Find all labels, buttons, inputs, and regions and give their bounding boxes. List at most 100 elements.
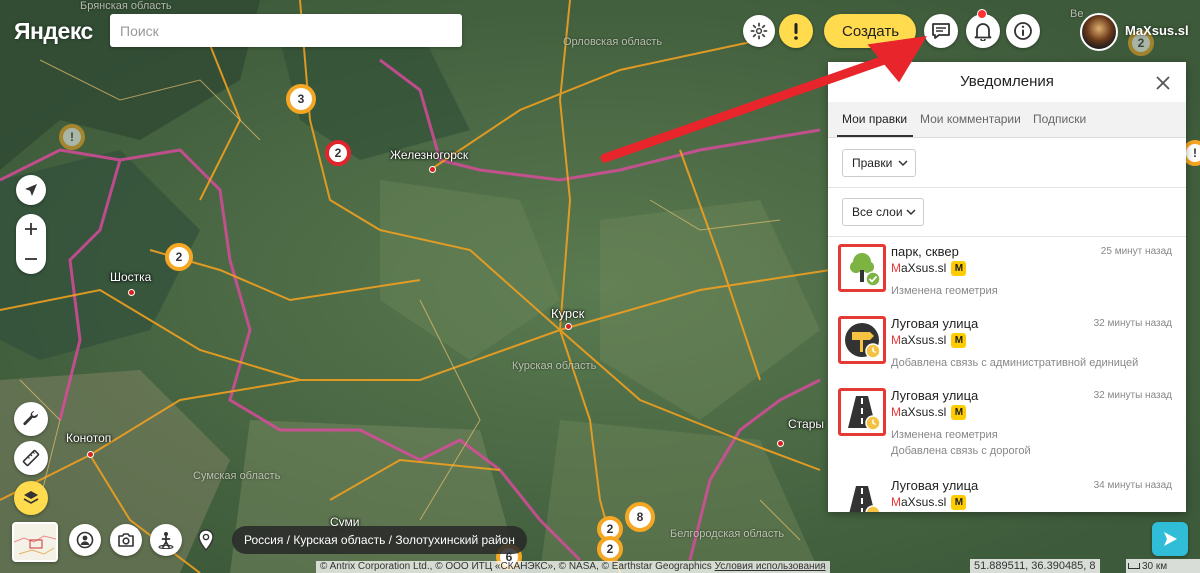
create-button[interactable]: Создать bbox=[824, 14, 916, 48]
city-label-stary: Стары bbox=[788, 417, 824, 431]
author-name-rest: aXsus.sl bbox=[901, 261, 947, 275]
city-marker bbox=[128, 289, 135, 296]
map-pin-icon bbox=[198, 529, 214, 551]
comment-icon bbox=[932, 23, 950, 39]
city-label-konotop: Конотоп bbox=[66, 431, 112, 445]
map-attribution: © Antrix Corporation Ltd., © ООО ИТЦ «СК… bbox=[316, 561, 830, 573]
panorama-button[interactable] bbox=[69, 524, 101, 556]
divider bbox=[828, 236, 1186, 237]
edits-filter-value: Правки bbox=[852, 156, 893, 170]
edit-cluster-marker[interactable]: 3 bbox=[286, 84, 316, 114]
region-label-sumy: Сумская область bbox=[193, 470, 281, 482]
region-label-oryol: Орловская область bbox=[563, 36, 663, 48]
photo-button[interactable] bbox=[110, 524, 142, 556]
notification-author[interactable]: MaXsus.sl M bbox=[891, 333, 967, 348]
pin-button[interactable] bbox=[190, 524, 222, 556]
edits-filter-dropdown[interactable]: Правки bbox=[842, 149, 916, 177]
moderator-badge: M bbox=[951, 405, 967, 420]
city-marker bbox=[777, 440, 784, 447]
author-name-rest: aXsus.sl bbox=[901, 333, 947, 347]
user-avatar[interactable] bbox=[1080, 13, 1118, 51]
region-label-bryansk: Брянская область bbox=[80, 0, 172, 12]
edit-cluster-marker[interactable]: 2 bbox=[597, 536, 623, 562]
city-label-zheleznogorsk: Железногорск bbox=[390, 148, 469, 162]
city-marker bbox=[87, 451, 94, 458]
tab-my-edits[interactable]: Мои правки bbox=[842, 112, 907, 126]
notification-change: Добавлена связь с административной едини… bbox=[891, 357, 1139, 369]
notification-item[interactable]: Луговая улица 32 минуты назад MaXsus.sl M… bbox=[828, 388, 1186, 468]
close-panel-button[interactable] bbox=[1151, 71, 1175, 95]
coordinates-readout: 51.889511, 36.390485, 8 bbox=[970, 559, 1100, 573]
settings-button[interactable] bbox=[743, 15, 775, 47]
notification-item[interactable]: Луговая улица 34 минуты назад MaXsus.sl M bbox=[828, 478, 1186, 512]
alert-button[interactable] bbox=[779, 14, 813, 48]
scale-label: 30 км bbox=[1142, 560, 1168, 572]
feedback-button[interactable] bbox=[1152, 522, 1188, 556]
moderator-badge: M bbox=[951, 333, 967, 348]
street-view-icon bbox=[76, 531, 94, 549]
location-breadcrumb[interactable]: Россия / Курская область / Золотухинский… bbox=[232, 526, 527, 554]
notification-item[interactable]: Луговая улица 32 минуты назад MaXsus.sl M… bbox=[828, 316, 1186, 386]
notification-item[interactable]: парк, сквер 25 минут назад MaXsus.sl M Из… bbox=[828, 244, 1186, 314]
minimap-image bbox=[14, 535, 56, 555]
notification-title: парк, сквер bbox=[891, 244, 959, 259]
search-input[interactable] bbox=[110, 14, 462, 47]
divider bbox=[828, 187, 1186, 188]
edit-cluster-marker[interactable]: 2 bbox=[325, 140, 351, 166]
notification-time: 34 минуты назад bbox=[1093, 480, 1172, 491]
tab-my-comments[interactable]: Мои комментарии bbox=[920, 112, 1021, 126]
yandex-logo[interactable]: Яндекс bbox=[14, 18, 93, 45]
notification-time: 25 минут назад bbox=[1100, 246, 1172, 257]
close-icon bbox=[1156, 76, 1170, 90]
layers-filter-dropdown[interactable]: Все слои bbox=[842, 198, 924, 226]
notification-author[interactable]: MaXsus.sl M bbox=[891, 405, 967, 420]
notification-time: 32 минуты назад bbox=[1093, 390, 1172, 401]
notification-title: Луговая улица bbox=[891, 388, 979, 403]
terms-link[interactable]: Условия использования bbox=[715, 561, 826, 572]
edit-cluster-marker[interactable]: 2 bbox=[165, 243, 193, 271]
edit-cluster-marker[interactable]: 8 bbox=[625, 502, 655, 532]
bell-icon bbox=[974, 23, 992, 41]
city-label-kursk: Курск bbox=[551, 306, 585, 321]
pedestrian-button[interactable] bbox=[150, 524, 182, 556]
layers-filter-value: Все слои bbox=[852, 205, 903, 219]
tab-subscriptions[interactable]: Подписки bbox=[1033, 112, 1086, 126]
object-thumbnail bbox=[838, 316, 886, 364]
locate-button[interactable] bbox=[16, 175, 46, 205]
notification-author[interactable]: MaXsus.sl M bbox=[891, 495, 967, 510]
unread-indicator bbox=[977, 9, 987, 19]
ruler-button[interactable] bbox=[14, 441, 48, 475]
tools-button[interactable] bbox=[14, 402, 48, 436]
edit-cluster-marker[interactable]: ! bbox=[59, 124, 85, 150]
comments-button[interactable] bbox=[924, 14, 958, 48]
copyright-text: © Antrix Corporation Ltd., © ООО ИТЦ «СК… bbox=[320, 561, 712, 572]
minus-icon bbox=[25, 258, 37, 260]
road-icon bbox=[849, 486, 881, 512]
author-initial: M bbox=[891, 333, 901, 347]
notification-tabs: Мои правки Мои комментарии Подписки bbox=[828, 102, 1186, 138]
user-name[interactable]: MaXsus.sl bbox=[1125, 23, 1189, 38]
region-label-kursk: Курская область bbox=[512, 360, 597, 372]
object-thumbnail bbox=[838, 244, 886, 292]
plus-icon bbox=[25, 223, 37, 235]
scale-ruler: 30 км bbox=[1126, 559, 1200, 573]
panel-title: Уведомления bbox=[960, 73, 1054, 90]
info-icon bbox=[1014, 22, 1032, 40]
street-sign-icon bbox=[845, 323, 881, 359]
layers-button[interactable] bbox=[14, 481, 48, 515]
check-icon bbox=[865, 271, 881, 287]
author-initial: M bbox=[891, 261, 901, 275]
camera-icon bbox=[118, 533, 134, 547]
zoom-out-button[interactable] bbox=[16, 244, 46, 274]
notification-change: Изменена геометрия bbox=[891, 429, 998, 441]
ruler-icon bbox=[22, 449, 40, 467]
zoom-in-button[interactable] bbox=[16, 214, 46, 244]
minimap[interactable] bbox=[12, 522, 58, 562]
info-button[interactable] bbox=[1006, 14, 1040, 48]
notifications-panel: Уведомления Мои правки Мои комментарии П… bbox=[828, 62, 1186, 512]
play-arrow-icon bbox=[1164, 532, 1177, 546]
notification-author[interactable]: MaXsus.sl M bbox=[891, 261, 967, 276]
notifications-button[interactable] bbox=[966, 14, 1000, 48]
navigation-arrow-icon bbox=[25, 184, 37, 196]
chevron-down-icon bbox=[906, 209, 916, 216]
